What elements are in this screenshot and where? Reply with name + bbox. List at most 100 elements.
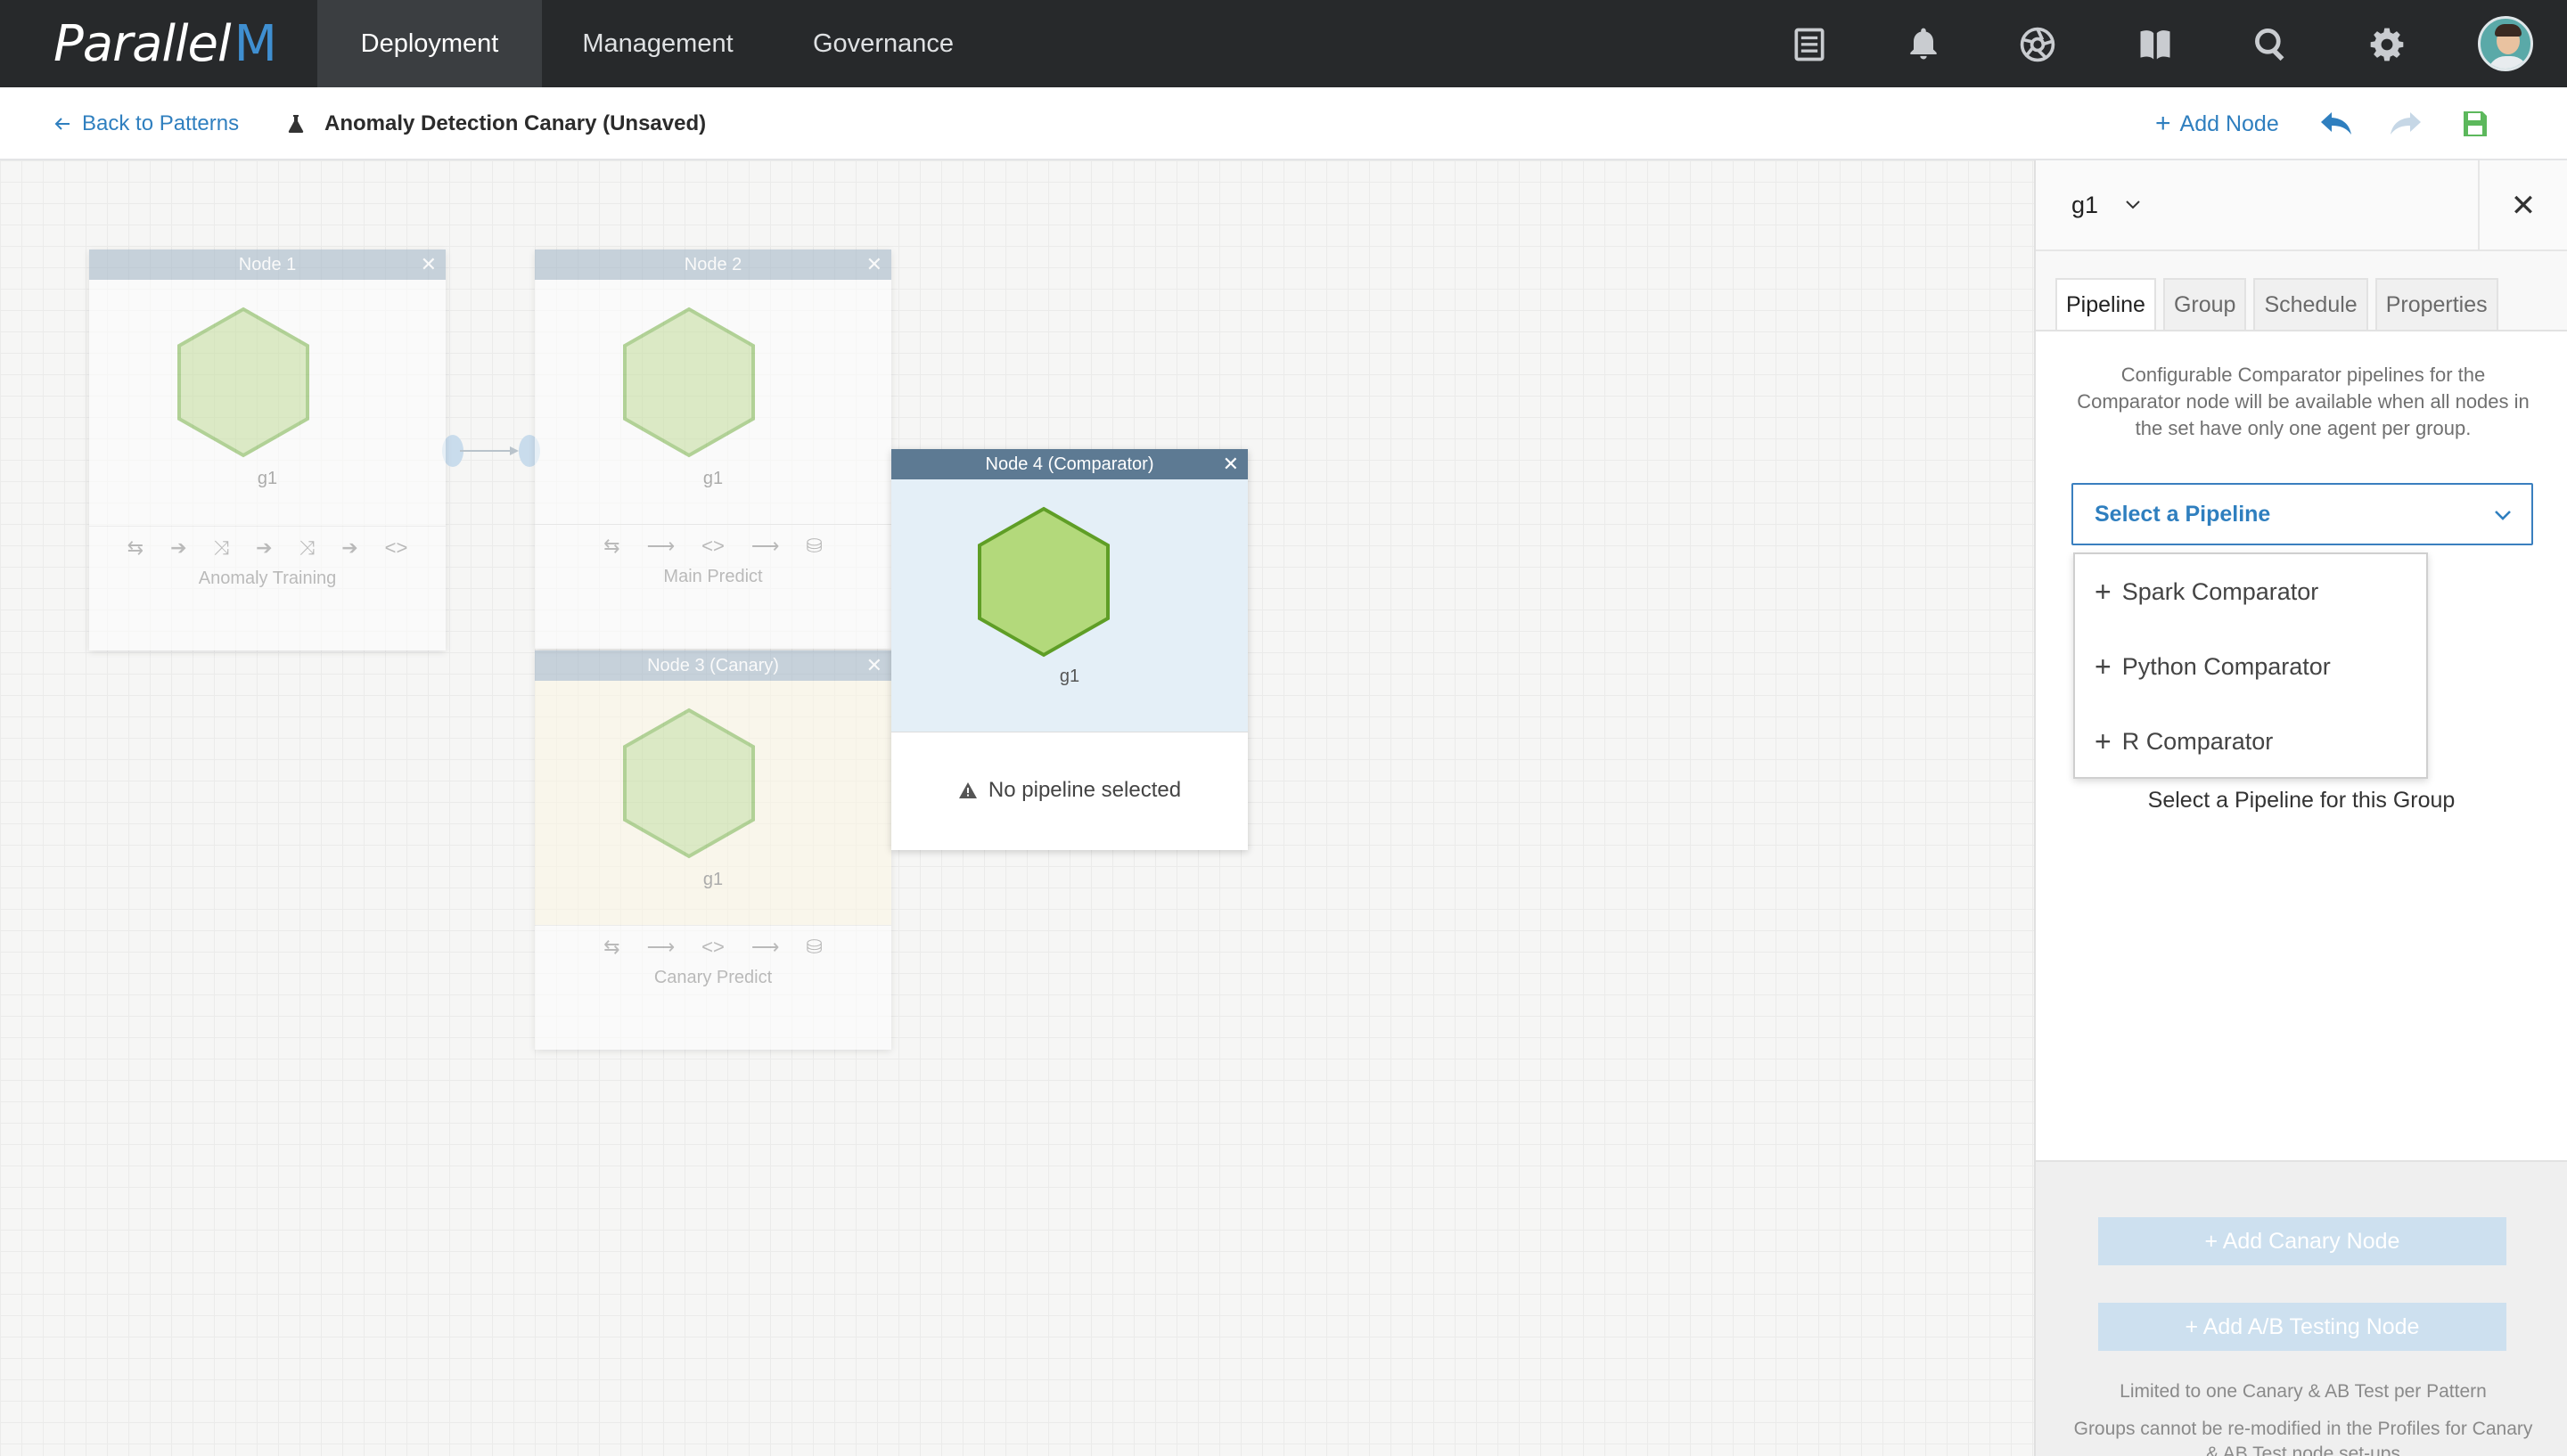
pipeline-dropdown-menu: + Spark Comparator + Python Comparator +…: [2073, 552, 2428, 779]
node-group-label: g1: [702, 870, 724, 889]
node-title: Node 4 (Comparator): [985, 454, 1154, 474]
add-canary-node-button[interactable]: + Add Canary Node: [2098, 1217, 2506, 1265]
node-config-panel: g1 ✕ Pipeline Group Schedule Properties …: [2034, 160, 2567, 1456]
limit-note: Limited to one Canary & AB Test per Patt…: [2120, 1381, 2487, 1402]
node-card-2[interactable]: Node 2 ✕ g1 ⇆ ⟶ <> ⟶ ⛁ Main Predict: [535, 249, 891, 649]
plus-icon: +: [2155, 109, 2171, 138]
comparator-description: Configurable Comparator pipelines for th…: [2077, 364, 2530, 439]
search-icon[interactable]: [2246, 20, 2296, 70]
group-selector-value: g1: [2071, 191, 2099, 218]
nav-tab-management[interactable]: Management: [542, 0, 774, 87]
book-icon[interactable]: [2130, 20, 2180, 70]
group-hexagon[interactable]: [977, 506, 1111, 658]
document-icon[interactable]: [1784, 20, 1834, 70]
swap-icon: ⇆: [603, 935, 620, 958]
close-panel-button[interactable]: ✕: [2478, 160, 2567, 251]
close-icon[interactable]: ✕: [866, 253, 882, 276]
option-label: Spark Comparator: [2121, 577, 2319, 605]
gear-icon[interactable]: [2362, 20, 2412, 70]
plus-icon: +: [2095, 650, 2112, 683]
node-card-3-canary[interactable]: Node 3 (Canary) ✕ g1 ⇆ ⟶ <> ⟶ ⛁ Canary Pre…: [535, 650, 891, 1050]
arrow-icon: ⟶: [646, 534, 676, 557]
add-node-button[interactable]: + Add Node: [2155, 109, 2279, 139]
pattern-canvas[interactable]: Node 1 ✕ g1 ⇆ ➔ ⤨ ➔ ⤨ ➔ <> Anomaly Training…: [0, 160, 2034, 1456]
close-icon[interactable]: ✕: [421, 253, 437, 276]
avatar[interactable]: [2478, 16, 2533, 71]
add-node-label: Add Node: [2179, 110, 2279, 136]
group-selector[interactable]: g1: [2071, 189, 2141, 221]
save-icon[interactable]: [2456, 105, 2494, 143]
pipeline-select[interactable]: Select a Pipeline: [2071, 483, 2533, 545]
button-label: + Add A/B Testing Node: [2185, 1313, 2420, 1339]
arrow-icon: ⟶: [750, 534, 780, 557]
tab-pipeline[interactable]: Pipeline: [2055, 278, 2156, 330]
shuffle-icon: ⤨: [213, 536, 230, 559]
node-group-label: g1: [257, 469, 278, 488]
node-pipeline-steps: ⇆ ⟶ <> ⟶ ⛁: [535, 524, 891, 567]
shuffle-icon: ⤨: [299, 536, 316, 559]
group-hexagon[interactable]: [622, 307, 756, 458]
tab-schedule[interactable]: Schedule: [2253, 278, 2368, 330]
panel-tabs: Pipeline Group Schedule Properties: [2055, 278, 2498, 330]
tab-label: Properties: [2385, 291, 2488, 317]
node-title: Node 2: [684, 254, 742, 274]
nav-tab-label: Management: [582, 29, 734, 58]
code-icon: <>: [384, 536, 408, 559]
nav-tab-label: Governance: [813, 29, 954, 58]
code-icon: <>: [701, 935, 725, 958]
node-pipeline-steps: ⇆ ⟶ <> ⟶ ⛁: [535, 925, 891, 968]
flask-icon: [288, 115, 304, 133]
top-navigation: Parallel M Deployment Management Governan…: [0, 0, 2567, 87]
nav-tab-label: Deployment: [360, 29, 499, 58]
plus-icon: +: [2095, 724, 2112, 757]
group-hexagon[interactable]: [622, 708, 756, 859]
option-r-comparator[interactable]: + R Comparator: [2075, 704, 2426, 779]
panel-header: g1 ✕: [2036, 160, 2567, 251]
warning-icon: [958, 782, 977, 798]
node-title: Node 3 (Canary): [647, 655, 779, 675]
chevron-down-icon: [2495, 511, 2511, 520]
aperture-icon[interactable]: [2013, 20, 2063, 70]
pattern-toolbar: Back to Patterns Anomaly Detection Canar…: [0, 87, 2567, 160]
close-icon[interactable]: ✕: [1223, 453, 1239, 476]
undo-icon[interactable]: [2317, 105, 2355, 143]
option-python-comparator[interactable]: + Python Comparator: [2075, 629, 2426, 704]
close-icon[interactable]: ✕: [866, 654, 882, 677]
arrow-left-icon: [54, 118, 70, 130]
connection-line: [460, 446, 519, 455]
node-group-label: g1: [702, 469, 724, 488]
tab-properties[interactable]: Properties: [2374, 278, 2498, 330]
node-header[interactable]: Node 3 (Canary) ✕: [535, 650, 891, 681]
nav-tab-governance[interactable]: Governance: [774, 0, 993, 87]
node-group-label: g1: [1059, 667, 1080, 686]
code-icon: <>: [701, 534, 725, 557]
swap-icon: ⇆: [127, 536, 144, 559]
node-card-4-comparator[interactable]: Node 4 (Comparator) ✕ g1 No pipeline sel…: [891, 449, 1248, 850]
arrow-icon: ⟶: [750, 935, 780, 958]
node-pipeline-name: Canary Predict: [653, 968, 773, 987]
add-ab-testing-node-button[interactable]: + Add A/B Testing Node: [2098, 1303, 2506, 1351]
arrow-icon: ➔: [170, 536, 187, 559]
node-header[interactable]: Node 1 ✕: [89, 249, 446, 280]
database-icon: ⛁: [806, 534, 823, 557]
arrow-icon: ➔: [341, 536, 358, 559]
option-spark-comparator[interactable]: + Spark Comparator: [2075, 554, 2426, 629]
redo-icon[interactable]: [2387, 105, 2424, 143]
nav-tab-deployment[interactable]: Deployment: [317, 0, 542, 87]
swap-icon: ⇆: [603, 534, 620, 557]
tab-group[interactable]: Group: [2162, 278, 2247, 330]
node-title: Node 1: [238, 254, 297, 274]
group-hexagon[interactable]: [176, 307, 310, 458]
pipeline-hint: Select a Pipeline for this Group: [2147, 788, 2456, 813]
database-icon: ⛁: [806, 935, 823, 958]
bell-icon[interactable]: [1899, 20, 1948, 70]
node-pipeline-name: Anomaly Training: [198, 568, 337, 588]
node-card-1[interactable]: Node 1 ✕ g1 ⇆ ➔ ⤨ ➔ ⤨ ➔ <> Anomaly Training: [89, 249, 446, 650]
node-header[interactable]: Node 4 (Comparator) ✕: [891, 449, 1248, 479]
node-header[interactable]: Node 2 ✕: [535, 249, 891, 280]
pattern-title: Anomaly Detection Canary (Unsaved): [287, 109, 706, 139]
pattern-title-text: Anomaly Detection Canary (Unsaved): [324, 111, 707, 135]
back-to-patterns-link[interactable]: Back to Patterns: [53, 109, 239, 139]
parallelm-logo[interactable]: Parallel M: [53, 14, 277, 73]
tab-label: Pipeline: [2066, 291, 2145, 317]
